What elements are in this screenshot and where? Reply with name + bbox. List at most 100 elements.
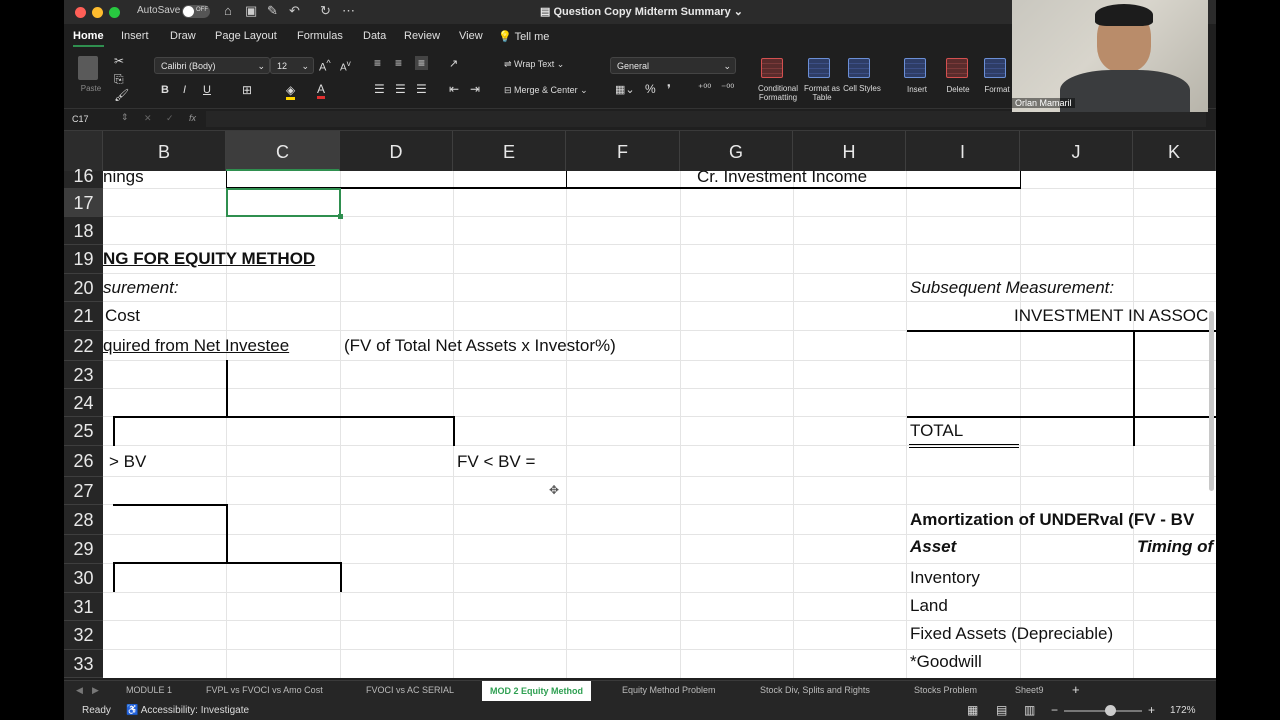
sheet-tab-active[interactable]: MOD 2 Equity Method [482, 681, 591, 701]
accessibility-status[interactable]: ♿ Accessibility: Investigate [126, 705, 249, 716]
sheet-tab[interactable]: MODULE 1 [126, 685, 172, 695]
insert-cells-icon[interactable] [904, 58, 926, 78]
align-left-icon[interactable]: ☰ [374, 82, 385, 96]
font-size-select[interactable]: 12 ⌄ [270, 57, 314, 74]
decrease-decimal-icon[interactable]: ⁻⁰⁰ [721, 83, 734, 94]
sheet-tab[interactable]: FVOCI vs AC SERIAL [366, 685, 454, 695]
zoom-window-button[interactable] [109, 7, 120, 18]
cells-area[interactable]: nings Cr. Investment Income NG FOR EQUIT… [103, 171, 1216, 678]
row-header[interactable]: 23 [64, 361, 103, 389]
row-header[interactable]: 30 [64, 564, 103, 593]
col-header-d[interactable]: D [340, 131, 453, 171]
row-header[interactable]: 18 [64, 217, 103, 245]
align-right-icon[interactable]: ☰ [416, 82, 427, 96]
confirm-icon[interactable]: ✓ [166, 113, 174, 124]
cancel-icon[interactable]: ✕ [144, 113, 152, 124]
tab-page-layout[interactable]: Page Layout [215, 30, 277, 42]
format-as-table-label[interactable]: Format as Table [801, 84, 843, 102]
cut-icon[interactable]: ✂ [114, 54, 124, 68]
home-icon[interactable]: ⌂ [224, 3, 232, 18]
tab-draw[interactable]: Draw [170, 30, 196, 42]
add-sheet-icon[interactable]: + [1072, 682, 1080, 697]
row-header[interactable]: 20 [64, 274, 103, 302]
sheet-tab[interactable]: Equity Method Problem [622, 685, 716, 695]
row-header[interactable]: 25 [64, 417, 103, 446]
selected-cell-c17[interactable] [226, 188, 341, 217]
row-header[interactable]: 31 [64, 593, 103, 621]
bold-button[interactable]: B [161, 84, 169, 96]
align-center-icon[interactable]: ☰ [395, 82, 406, 96]
col-header-k[interactable]: K [1133, 131, 1216, 171]
row-header[interactable]: 28 [64, 505, 103, 535]
row-header[interactable]: 24 [64, 389, 103, 417]
wrap-text-button[interactable]: ⇌ Wrap Text ⌄ [504, 59, 564, 70]
zoom-level[interactable]: 172% [1170, 705, 1196, 716]
tab-review[interactable]: Review [404, 30, 440, 42]
col-header-b[interactable]: B [103, 131, 226, 171]
row-header[interactable]: 16 [64, 167, 103, 189]
zoom-in-icon[interactable]: + [1148, 703, 1155, 717]
align-middle-icon[interactable]: ≡ [395, 56, 402, 70]
row-header[interactable]: 17 [64, 189, 103, 217]
tab-formulas[interactable]: Formulas [297, 30, 343, 42]
cell-styles-icon[interactable] [848, 58, 870, 78]
col-header-c[interactable]: C [226, 131, 340, 171]
increase-decimal-icon[interactable]: ⁺⁰⁰ [698, 83, 711, 94]
fill-handle[interactable] [338, 214, 343, 219]
vertical-scrollbar[interactable] [1209, 311, 1214, 491]
insert-label[interactable]: Insert [899, 85, 935, 94]
zoom-out-icon[interactable]: − [1051, 703, 1058, 717]
percent-icon[interactable]: % [645, 82, 656, 96]
tab-data[interactable]: Data [363, 30, 386, 42]
comma-style-icon[interactable]: ❜ [667, 82, 671, 96]
tell-me[interactable]: 💡 Tell me [498, 30, 549, 43]
delete-cells-icon[interactable] [946, 58, 968, 78]
row-header[interactable]: 19 [64, 245, 103, 274]
accounting-format-icon[interactable]: ▦⌄ [615, 83, 635, 96]
col-header-e[interactable]: E [453, 131, 566, 171]
normal-view-icon[interactable]: ▦ [967, 703, 978, 717]
underline-button[interactable]: U [203, 84, 211, 96]
borders-icon[interactable]: ⊞ [242, 83, 252, 97]
conditional-formatting-icon[interactable] [761, 58, 783, 78]
page-break-view-icon[interactable]: ▥ [1024, 703, 1035, 717]
next-sheet-icon[interactable]: ▶ [92, 685, 99, 696]
page-layout-view-icon[interactable]: ▤ [996, 703, 1007, 717]
decrease-font-icon[interactable]: Av [340, 58, 351, 73]
sheet-tab[interactable]: FVPL vs FVOCI vs Amo Cost [206, 685, 323, 695]
row-header[interactable]: 21 [64, 302, 103, 331]
row-header[interactable]: 29 [64, 535, 103, 564]
zoom-slider-thumb[interactable] [1105, 705, 1116, 716]
col-header-h[interactable]: H [793, 131, 906, 171]
number-format-select[interactable]: General ⌄ [610, 57, 736, 74]
sheet-tab[interactable]: Stocks Problem [914, 685, 977, 695]
name-box[interactable]: C17 [72, 114, 89, 124]
col-header-g[interactable]: G [680, 131, 793, 171]
formula-input[interactable] [206, 111, 1206, 127]
name-box-stepper-icon[interactable]: ⇕ [121, 112, 129, 123]
format-cells-icon[interactable] [984, 58, 1006, 78]
row-header[interactable]: 26 [64, 446, 103, 477]
format-label[interactable]: Format [979, 85, 1015, 94]
sheet-tab[interactable]: Sheet9 [1015, 685, 1044, 695]
undo-icon[interactable]: ↶ [289, 3, 300, 19]
row-header[interactable]: 27 [64, 477, 103, 505]
fill-color-icon[interactable]: ◈ [286, 83, 296, 100]
function-icon[interactable]: fx [189, 113, 196, 123]
orientation-icon[interactable]: ↗ [449, 57, 458, 70]
paste-button[interactable]: Paste [76, 56, 106, 96]
col-header-f[interactable]: F [566, 131, 680, 171]
align-bottom-icon[interactable]: ≡ [415, 56, 429, 70]
row-header[interactable]: 32 [64, 621, 103, 650]
increase-indent-icon[interactable]: ⇥ [470, 82, 480, 96]
redo-icon[interactable]: ↻ [320, 3, 331, 19]
merge-center-button[interactable]: ⊟ Merge & Center ⌄ [504, 85, 588, 96]
row-header[interactable]: 22 [64, 331, 103, 361]
col-header-j[interactable]: J [1020, 131, 1133, 171]
minimize-window-button[interactable] [92, 7, 103, 18]
sheet-tab[interactable]: Stock Div, Splits and Rights [760, 685, 870, 695]
select-all-corner[interactable] [64, 131, 103, 171]
col-header-i[interactable]: I [906, 131, 1020, 171]
format-as-table-icon[interactable] [808, 58, 830, 78]
save-icon[interactable]: ▣ [245, 3, 257, 19]
